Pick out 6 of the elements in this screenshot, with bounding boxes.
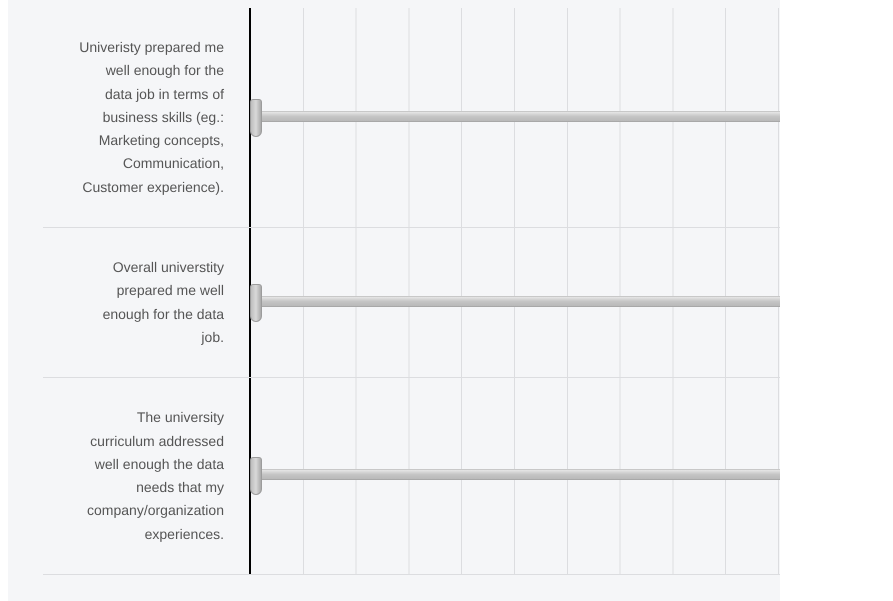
statement-text: Univeristy prepared me well enough for the data job in terms of business skills (eg.: Marketing concepts, Communication, Customer experience). [78,38,225,197]
slider-handle[interactable] [250,98,262,137]
statement-text: Overall universtity prepared me well enough for the data job. [102,258,225,347]
slider-handle[interactable] [250,457,262,496]
slider-handle[interactable] [250,284,262,322]
statement-text: The university curriculum addressed well enough the data needs that my company/organization experiences. [86,408,225,544]
